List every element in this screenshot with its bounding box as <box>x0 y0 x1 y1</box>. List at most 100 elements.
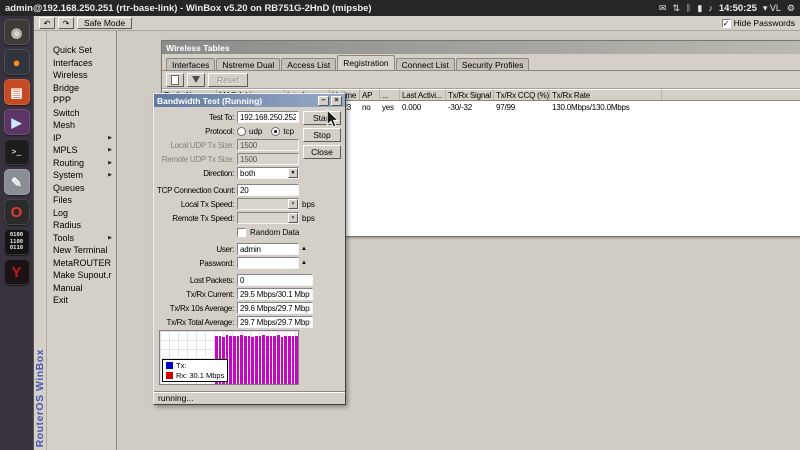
column-header-tx-rx-rate[interactable]: Tx/Rx Rate <box>550 89 662 100</box>
sidebar-item-switch[interactable]: Switch <box>47 107 116 120</box>
sidebar-item-log[interactable]: Log <box>47 207 116 220</box>
binary-app-button[interactable]: 0100 1100 0110 <box>4 229 30 255</box>
dropdown-arrow-icon[interactable]: ▼ <box>288 213 298 223</box>
dropdown-arrow-icon[interactable]: ▼ <box>288 199 298 209</box>
bluetooth-icon[interactable]: ᛒ <box>686 3 691 13</box>
power-menu-icon[interactable]: ⚙ <box>787 3 795 14</box>
sidebar-item-make-supout-rif[interactable]: Make Supout.rif <box>47 269 116 282</box>
sidebar-item-system[interactable]: System▶ <box>47 169 116 182</box>
volume-icon[interactable]: ♪ <box>708 3 713 13</box>
remote-tx-speed-unit: bps <box>302 214 315 223</box>
sidebar-item-routing[interactable]: Routing▶ <box>47 157 116 170</box>
media-player-button[interactable]: ▶ <box>4 109 30 135</box>
local-tx-speed-row: Local Tx Speed: ▼ bps <box>157 198 342 210</box>
txrx-total-average-value <box>237 316 313 328</box>
wine-button[interactable]: Y <box>4 259 30 285</box>
close-button[interactable]: Close <box>303 145 341 159</box>
sidebar-item-wireless[interactable]: Wireless <box>47 69 116 82</box>
funnel-icon <box>192 76 200 83</box>
list-settings-button[interactable] <box>166 73 184 87</box>
sidebar-item-ppp[interactable]: PPP <box>47 94 116 107</box>
password-input[interactable] <box>237 257 299 269</box>
tcp-connection-count-row: TCP Connection Count: <box>157 184 342 196</box>
tab-nstreme-dual[interactable]: Nstreme Dual <box>216 58 280 70</box>
password-label: Password: <box>157 259 237 268</box>
safe-mode-button[interactable]: Safe Mode <box>77 17 132 29</box>
protocol-option-tcp[interactable]: tcp <box>271 127 294 136</box>
local-tx-speed-select[interactable]: ▼ <box>237 198 299 210</box>
dialog-close-button[interactable]: × <box>331 96 342 106</box>
sidebar-item-metarouter[interactable]: MetaROUTER <box>47 257 116 270</box>
stop-button[interactable]: Stop <box>303 128 341 142</box>
remote-tx-speed-select[interactable]: ▼ <box>237 212 299 224</box>
tcp-connection-count-input[interactable] <box>237 184 299 196</box>
sidebar-item-ip[interactable]: IP▶ <box>47 132 116 145</box>
session-indicator[interactable]: ▾ VL <box>763 3 781 14</box>
remote-tx-speed-label: Remote Tx Speed: <box>157 214 237 223</box>
user-up-arrow-icon[interactable]: ▲ <box>301 246 307 252</box>
sidebar-item-label: Files <box>53 195 112 205</box>
winbox-sidebar: Quick SetInterfacesWirelessBridgePPPSwit… <box>47 31 117 450</box>
sidebar-item-radius[interactable]: Radius <box>47 219 116 232</box>
chart-bar <box>251 337 254 384</box>
battery-icon[interactable]: ▮ <box>697 3 702 14</box>
undo-button[interactable]: ↶ <box>39 17 55 29</box>
column-header-ap[interactable]: AP <box>360 89 380 100</box>
column-header-tx-rx-signal[interactable]: Tx/Rx Signal ... <box>446 89 494 100</box>
sidebar-item-tools[interactable]: Tools▶ <box>47 232 116 245</box>
filter-button[interactable] <box>187 73 205 87</box>
direction-row: Direction: both ▼ <box>157 167 342 179</box>
txrx-total-average-row: Tx/Rx Total Average: <box>157 316 342 328</box>
text-editor-button[interactable]: ✎ <box>4 169 30 195</box>
redo-button[interactable]: ↷ <box>58 17 74 29</box>
sidebar-item-manual[interactable]: Manual <box>47 282 116 295</box>
network-icon[interactable]: ⇅ <box>672 3 680 14</box>
hide-passwords-checkbox[interactable]: ✓ <box>722 19 731 28</box>
sidebar-item-quick-set[interactable]: Quick Set <box>47 44 116 57</box>
sidebar-item-interfaces[interactable]: Interfaces <box>47 57 116 70</box>
opera-button[interactable]: O <box>4 199 30 225</box>
sidebar-item-label: MPLS <box>53 145 108 155</box>
dropdown-arrow-icon[interactable]: ▼ <box>288 168 298 178</box>
sidebar-item-mesh[interactable]: Mesh <box>47 119 116 132</box>
ubuntu-button[interactable]: ◉ <box>4 19 30 45</box>
tab-registration[interactable]: Registration <box>337 55 394 70</box>
tab-security-profiles[interactable]: Security Profiles <box>456 58 529 70</box>
dialog-minimize-button[interactable]: – <box>318 96 329 106</box>
sidebar-item-queues[interactable]: Queues <box>47 182 116 195</box>
tab-access-list[interactable]: Access List <box>281 58 336 70</box>
txrx-current-label: Tx/Rx Current: <box>157 290 237 299</box>
sidebar-item-bridge[interactable]: Bridge <box>47 82 116 95</box>
column-header-tx-rx-ccq[interactable]: Tx/Rx CCQ (%) <box>494 89 550 100</box>
sidebar-item-label: Log <box>53 208 112 218</box>
table-cell-5: yes <box>380 101 400 113</box>
dialog-status: running... <box>154 391 345 404</box>
tab-interfaces[interactable]: Interfaces <box>166 58 215 70</box>
column-header-col5[interactable]: ... <box>380 89 400 100</box>
tab-connect-list[interactable]: Connect List <box>396 58 455 70</box>
protocol-option-udp[interactable]: udp <box>237 127 262 136</box>
sidebar-item-mpls[interactable]: MPLS▶ <box>47 144 116 157</box>
terminal-button-glyph: >_ <box>12 148 22 156</box>
clock-label[interactable]: 14:50:25 <box>719 3 757 14</box>
terminal-button[interactable]: >_ <box>4 139 30 165</box>
firefox-button[interactable]: ● <box>4 49 30 75</box>
column-header-last-activi[interactable]: Last Activi... <box>400 89 446 100</box>
sidebar-item-files[interactable]: Files <box>47 194 116 207</box>
reset-button[interactable]: Reset <box>208 73 248 87</box>
files-button[interactable]: ▤ <box>4 79 30 105</box>
wireless-tables-titlebar[interactable]: Wireless Tables <box>162 41 800 54</box>
dialog-titlebar[interactable]: Bandwidth Test (Running) – × <box>154 94 345 107</box>
sidebar-item-label: Radius <box>53 220 112 230</box>
direction-select[interactable]: both ▼ <box>237 167 299 179</box>
password-up-arrow-icon[interactable]: ▲ <box>301 260 307 266</box>
sidebar-item-exit[interactable]: Exit <box>47 294 116 307</box>
chart-bar <box>237 336 240 384</box>
mail-icon[interactable]: ✉ <box>659 3 667 14</box>
random-data-checkbox[interactable] <box>237 228 246 237</box>
files-button-glyph: ▤ <box>10 86 22 99</box>
user-input[interactable] <box>237 243 299 255</box>
sidebar-item-new-terminal[interactable]: New Terminal <box>47 244 116 257</box>
test-to-input[interactable] <box>237 111 299 123</box>
legend-swatch <box>166 362 173 369</box>
